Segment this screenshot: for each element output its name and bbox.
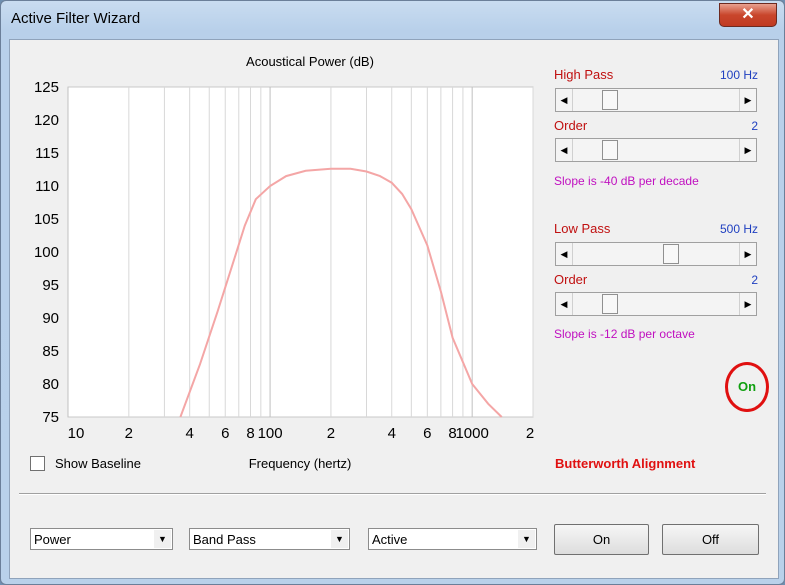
off-button[interactable]: Off <box>662 524 759 555</box>
scroll-right-icon[interactable]: ▶ <box>739 293 756 315</box>
response-type-select[interactable]: Power ▼ <box>30 528 173 550</box>
x-tick-label: 2 <box>526 425 534 442</box>
y-tick-label: 100 <box>34 244 59 261</box>
y-tick-label: 85 <box>42 343 59 360</box>
high-order-thumb[interactable] <box>602 140 619 160</box>
high-pass-label: High Pass <box>554 67 614 82</box>
y-tick-label: 75 <box>42 409 59 426</box>
low-order-thumb[interactable] <box>602 294 619 314</box>
chevron-down-icon[interactable]: ▼ <box>331 530 348 548</box>
high-slope-text: Slope is -40 dB per decade <box>554 174 699 188</box>
x-tick-label: 6 <box>423 425 431 442</box>
high-order-slider[interactable]: ◀ ▶ <box>555 138 757 162</box>
active-filter-wizard-window: Active Filter Wizard ✕ Acoustical Power … <box>0 0 785 585</box>
low-pass-thumb[interactable] <box>663 244 680 264</box>
x-tick-label: 4 <box>185 425 193 442</box>
separator <box>19 493 766 495</box>
filter-status-indicator: On <box>725 362 769 412</box>
scroll-left-icon[interactable]: ◀ <box>556 243 573 265</box>
window-title: Active Filter Wizard <box>11 10 141 27</box>
y-tick-label: 125 <box>34 79 59 96</box>
response-type-value: Power <box>34 532 71 547</box>
x-axis-label: Frequency (hertz) <box>248 456 352 471</box>
close-button[interactable]: ✕ <box>719 3 777 27</box>
x-tick-label: 2 <box>327 425 335 442</box>
scroll-right-icon[interactable]: ▶ <box>739 139 756 161</box>
frequency-response-chart: 1251201151101051009590858075 10 2 4 6 8 100 2 4… <box>34 79 534 442</box>
scroll-left-icon[interactable]: ◀ <box>556 139 573 161</box>
low-pass-label: Low Pass <box>554 221 611 236</box>
low-order-value: 2 <box>751 273 758 287</box>
low-pass-slider[interactable]: ◀ ▶ <box>555 242 757 266</box>
alignment-text: Butterworth Alignment <box>555 456 696 471</box>
scroll-left-icon[interactable]: ◀ <box>556 293 573 315</box>
y-tick-label: 90 <box>42 310 59 327</box>
x-tick-label: 100 <box>258 425 283 442</box>
chevron-down-icon[interactable]: ▼ <box>518 530 535 548</box>
x-tick-label: 6 <box>221 425 229 442</box>
high-pass-value: 100 Hz <box>719 68 758 82</box>
y-tick-label: 115 <box>35 145 59 162</box>
scroll-right-icon[interactable]: ▶ <box>739 243 756 265</box>
high-pass-thumb[interactable] <box>602 90 619 110</box>
filter-status-text: On <box>737 379 757 394</box>
x-tick-label: 8 <box>246 425 254 442</box>
x-tick-label: 2 <box>125 425 133 442</box>
filter-mode-value: Active <box>372 532 408 547</box>
y-tick-label: 110 <box>35 178 59 195</box>
filter-mode-select[interactable]: Active ▼ <box>368 528 537 550</box>
filter-type-value: Band Pass <box>193 532 256 547</box>
scroll-right-icon[interactable]: ▶ <box>739 89 756 111</box>
y-tick-label: 105 <box>34 211 59 228</box>
x-tick-label: 10 <box>68 425 85 442</box>
y-tick-label: 80 <box>42 376 59 393</box>
show-baseline-label[interactable]: Show Baseline <box>55 456 141 471</box>
high-order-value: 2 <box>751 119 758 133</box>
low-order-label: Order <box>554 272 588 287</box>
y-tick-label: 120 <box>34 112 59 129</box>
client-area: Acoustical Power (dB) 125 120 115 110 105 100… <box>9 39 779 579</box>
show-baseline-checkbox[interactable] <box>30 456 45 471</box>
y-tick-label: 95 <box>42 277 59 294</box>
low-slope-text: Slope is -12 dB per octave <box>554 327 695 341</box>
filter-type-select[interactable]: Band Pass ▼ <box>189 528 350 550</box>
on-button[interactable]: On <box>554 524 649 555</box>
high-order-label: Order <box>554 118 588 133</box>
low-order-slider[interactable]: ◀ ▶ <box>555 292 757 316</box>
x-tick-label: 1000 <box>455 425 488 442</box>
chevron-down-icon[interactable]: ▼ <box>154 530 171 548</box>
title-bar: Active Filter Wizard ✕ <box>1 1 784 35</box>
x-tick-label: 4 <box>388 425 396 442</box>
low-pass-value: 500 Hz <box>719 222 758 236</box>
high-pass-slider[interactable]: ◀ ▶ <box>555 88 757 112</box>
scroll-left-icon[interactable]: ◀ <box>556 89 573 111</box>
